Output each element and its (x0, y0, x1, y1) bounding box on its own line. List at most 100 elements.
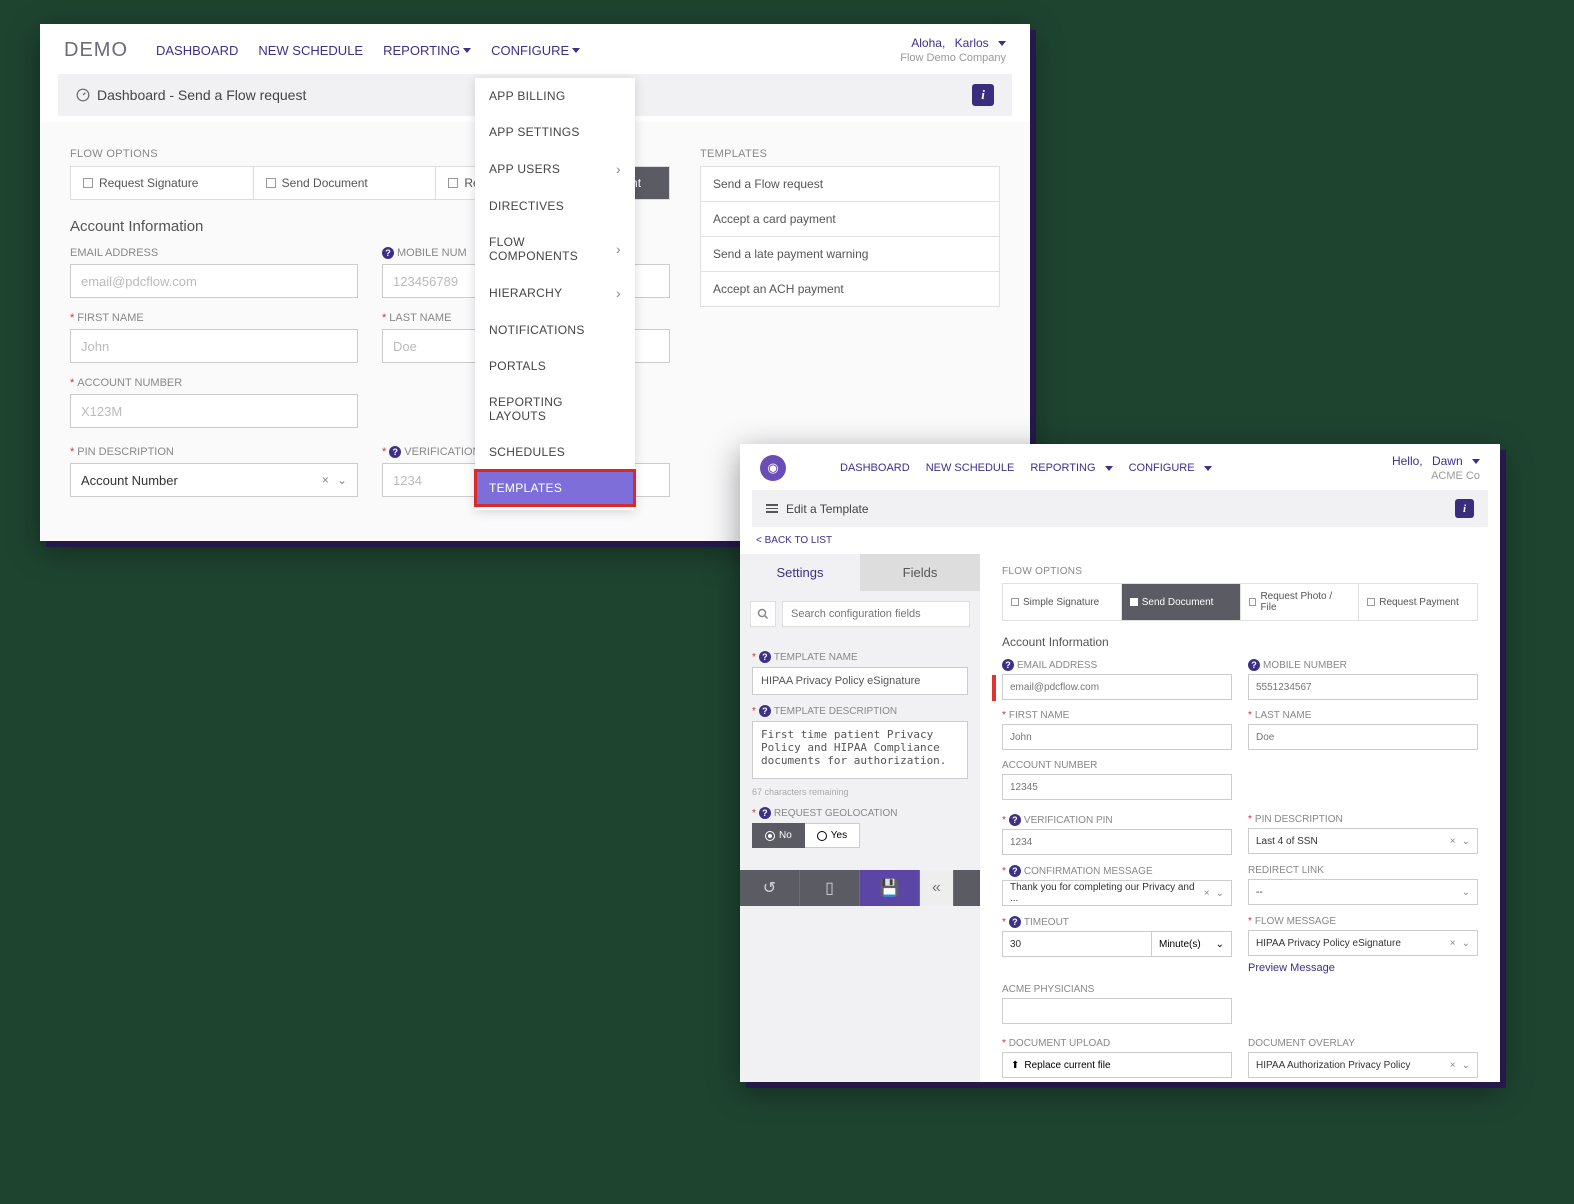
menu-portals[interactable]: PORTALS (475, 348, 635, 384)
nav-reporting[interactable]: REPORTING (383, 43, 471, 58)
nav-configure[interactable]: CONFIGURE (491, 43, 580, 58)
redirect-select[interactable]: --⌄ (1248, 879, 1478, 905)
undo-button[interactable]: ↺ (740, 870, 800, 906)
clear-icon[interactable]: × (1450, 836, 1456, 847)
chevron-down-icon[interactable]: ⌄ (1216, 888, 1224, 899)
chevron-down-icon[interactable]: ⌄ (1462, 836, 1470, 847)
company-label: Flow Demo Company (900, 52, 1006, 64)
menu-schedules[interactable]: SCHEDULES (475, 434, 635, 470)
physicians-input[interactable] (1002, 998, 1232, 1024)
nav-new-schedule[interactable]: NEW SCHEDULE (258, 43, 363, 58)
chevron-right-icon: › (616, 241, 621, 257)
pin-desc-select[interactable]: Account Number×⌄ (70, 463, 358, 497)
chevron-down-icon[interactable]: ⌄ (337, 473, 347, 487)
pin-desc-select[interactable]: Last 4 of SSN×⌄ (1248, 828, 1478, 854)
nav-configure[interactable]: CONFIGURE (1129, 462, 1212, 474)
timeout-input[interactable] (1002, 931, 1152, 957)
redirect-label: REDIRECT LINK (1248, 865, 1478, 876)
help-icon: ? (759, 705, 771, 717)
user-menu[interactable]: Hello, Dawn (1392, 454, 1480, 468)
account-number-input[interactable] (70, 394, 358, 428)
collapse-button[interactable]: « (920, 870, 954, 906)
template-item[interactable]: Accept an ACH payment (701, 272, 999, 306)
first-name-input[interactable] (70, 329, 358, 363)
doc-overlay-select[interactable]: HIPAA Authorization Privacy Policy×⌄ (1248, 1052, 1478, 1078)
upload-icon: ⬆ (1011, 1060, 1019, 1071)
clear-icon[interactable]: × (1450, 938, 1456, 949)
confirmation-label: *?CONFIRMATION MESSAGE (1002, 865, 1232, 877)
templates-heading: TEMPLATES (700, 148, 1000, 160)
last-name-input[interactable] (1248, 724, 1478, 750)
nav-dashboard[interactable]: DASHBOARD (156, 43, 238, 58)
vpin-input[interactable] (1002, 829, 1232, 855)
physicians-label: ACME PHYSICIANS (1002, 984, 1232, 995)
timeout-unit-select[interactable]: Minute(s)⌄ (1152, 931, 1232, 957)
chevron-down-icon[interactable]: ⌄ (1462, 938, 1470, 949)
opt-request-signature[interactable]: Request Signature (71, 167, 254, 199)
mobile-preview-button[interactable]: ▯ (800, 870, 860, 906)
clear-icon[interactable]: × (1204, 888, 1210, 899)
chevron-down-icon (998, 41, 1006, 46)
menu-app-users[interactable]: APP USERS› (475, 150, 635, 188)
help-icon: ? (382, 247, 394, 259)
menu-hierarchy[interactable]: HIERARCHY› (475, 274, 635, 312)
opt-send-document[interactable]: Send Document (1122, 584, 1241, 620)
account-number-input[interactable] (1002, 774, 1232, 800)
back-link[interactable]: < BACK TO LIST (740, 527, 1500, 554)
clear-icon[interactable]: × (322, 473, 329, 487)
preview-link[interactable]: Preview Message (1248, 962, 1478, 974)
doc-overlay-label: DOCUMENT OVERLAY (1248, 1038, 1478, 1049)
tab-fields[interactable]: Fields (860, 554, 980, 591)
template-desc-input[interactable] (752, 721, 968, 779)
nav-reporting[interactable]: REPORTING (1030, 462, 1112, 474)
opt-request-payment[interactable]: Request Payment (1359, 584, 1477, 620)
help-icon: ? (1009, 814, 1021, 826)
template-item[interactable]: Accept a card payment (701, 202, 999, 237)
nav-dashboard[interactable]: DASHBOARD (840, 462, 910, 474)
opt-request-photo[interactable]: Request Photo / File (1241, 584, 1360, 620)
opt-send-document[interactable]: Send Document (254, 167, 437, 199)
template-name-input[interactable] (752, 667, 968, 695)
menu-flow-components[interactable]: FLOW COMPONENTS› (475, 224, 635, 274)
info-button[interactable]: i (972, 84, 994, 106)
email-input[interactable] (70, 264, 358, 298)
menu-directives[interactable]: DIRECTIVES (475, 188, 635, 224)
menu-icon[interactable] (766, 504, 778, 513)
chevron-down-icon (572, 48, 580, 53)
clear-icon[interactable]: × (1450, 1060, 1456, 1071)
info-button[interactable]: i (1455, 499, 1474, 518)
menu-notifications[interactable]: NOTIFICATIONS (475, 312, 635, 348)
search-input[interactable] (782, 601, 970, 627)
opt-simple-signature[interactable]: Simple Signature (1003, 584, 1122, 620)
menu-app-settings[interactable]: APP SETTINGS (475, 114, 635, 150)
user-menu[interactable]: Aloha, Karlos (911, 36, 1006, 50)
geolocation-label: *?REQUEST GEOLOCATION (752, 807, 968, 819)
chevron-down-icon[interactable]: ⌄ (1462, 1060, 1470, 1071)
tab-settings[interactable]: Settings (740, 554, 860, 591)
template-item[interactable]: Send a Flow request (701, 167, 999, 202)
search-button[interactable] (750, 601, 776, 627)
checkbox-icon (1130, 598, 1138, 606)
chevron-right-icon: › (616, 285, 621, 301)
menu-reporting-layouts[interactable]: REPORTING LAYOUTS (475, 384, 635, 434)
drag-handle-icon[interactable] (992, 675, 996, 701)
template-item[interactable]: Send a late payment warning (701, 237, 999, 272)
page-title: Dashboard - Send a Flow request (97, 87, 306, 103)
confirmation-select[interactable]: Thank you for completing our Privacy and… (1002, 880, 1232, 906)
nav-new-schedule[interactable]: NEW SCHEDULE (926, 462, 1015, 474)
doc-upload-button[interactable]: ⬆Replace current file (1002, 1052, 1232, 1078)
mobile-input[interactable] (1248, 674, 1478, 700)
checkbox-icon (1249, 598, 1257, 606)
mobile-label: ?MOBILE NUMBER (1248, 659, 1478, 671)
configure-menu: APP BILLING APP SETTINGS APP USERS› DIRE… (475, 78, 635, 510)
menu-templates[interactable]: TEMPLATES (475, 470, 635, 506)
flow-message-select[interactable]: HIPAA Privacy Policy eSignature×⌄ (1248, 930, 1478, 956)
chevron-down-icon[interactable]: ⌄ (1462, 887, 1470, 898)
email-input[interactable] (1002, 674, 1232, 700)
first-name-input[interactable] (1002, 724, 1232, 750)
geo-yes-option[interactable]: Yes (805, 823, 860, 848)
save-button[interactable]: 💾 (860, 870, 920, 906)
editor-columns: Settings Fields *?TEMPLATE NAME *?TEMPLA… (740, 554, 1500, 1082)
menu-app-billing[interactable]: APP BILLING (475, 78, 635, 114)
geo-no-option[interactable]: No (752, 823, 805, 848)
